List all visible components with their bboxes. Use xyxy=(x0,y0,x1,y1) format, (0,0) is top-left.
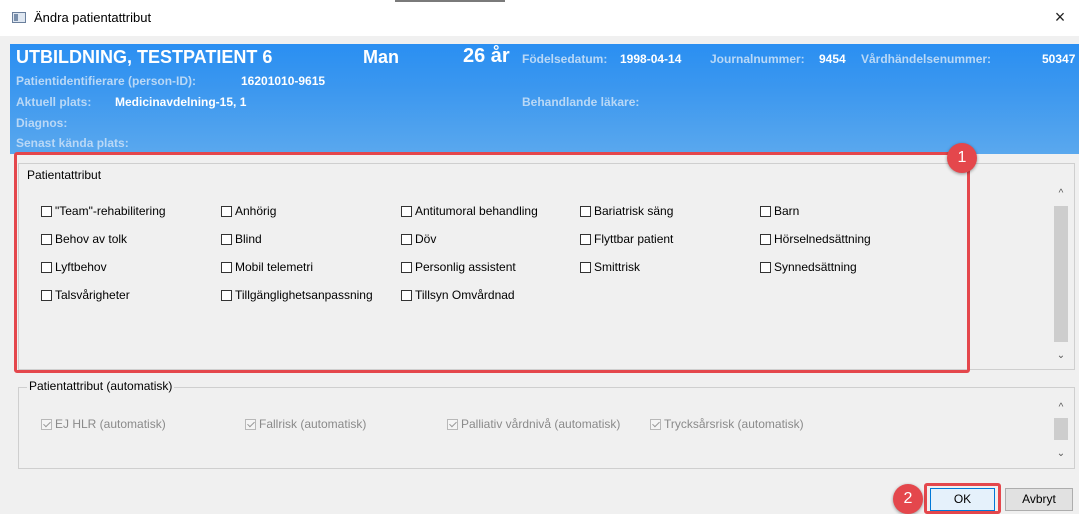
scroll-down-icon[interactable]: ⌄ xyxy=(1052,446,1070,462)
checkbox-box xyxy=(41,418,52,430)
diagnosis-label: Diagnos: xyxy=(16,116,68,130)
scroll-thumb[interactable] xyxy=(1054,206,1068,342)
annotation-marker-1: 1 xyxy=(947,143,977,173)
auto-attributes-scrollbar[interactable]: ^ ⌄ xyxy=(1052,400,1070,464)
last-place-label: Senast kända plats: xyxy=(16,136,129,150)
patient-age: 26 år xyxy=(463,45,510,67)
event-value: 50347 xyxy=(1042,52,1076,66)
checkbox-ej-hlr: EJ HLR (automatisk) xyxy=(41,417,166,431)
scroll-up-icon[interactable]: ^ xyxy=(1052,186,1070,202)
annotation-marker-2: 2 xyxy=(893,484,923,514)
patient-sex: Man xyxy=(363,47,399,67)
checkbox-box xyxy=(650,418,661,430)
checkbox-box xyxy=(245,418,256,430)
patient-name: UTBILDNING, TESTPATIENT 6 xyxy=(16,47,273,67)
birthdate-value: 1998-04-14 xyxy=(620,52,682,66)
person-id-value: 16201010-9615 xyxy=(241,74,326,88)
scroll-down-icon[interactable]: ⌄ xyxy=(1052,348,1070,364)
auto-attributes-legend: Patientattribut (automatisk) xyxy=(27,379,175,393)
location-label: Aktuell plats: xyxy=(16,95,92,109)
annotation-highlight-ok xyxy=(924,483,1001,514)
journal-label: Journalnummer: xyxy=(710,52,805,66)
person-id-label: Patientidentifierare (person-ID): xyxy=(16,74,197,88)
auto-attributes-panel: Patientattribut (automatisk) EJ HLR (aut… xyxy=(18,379,1075,469)
patient-header: UTBILDNING, TESTPATIENT 6 Man 26 år Föde… xyxy=(10,44,1079,154)
checkbox-palliativ-vardniva: Palliativ vårdnivå (automatisk) xyxy=(447,417,620,431)
scroll-thumb[interactable] xyxy=(1054,418,1068,440)
title-bar: Ändra patientattribut × xyxy=(0,0,1079,36)
birthdate-label: Födelsedatum: xyxy=(522,52,608,66)
top-divider xyxy=(395,0,505,2)
location-value: Medicinavdelning-15, 1 xyxy=(115,95,247,109)
close-button[interactable]: × xyxy=(1049,6,1071,28)
checkbox-trycksarsrisk: Trycksårsrisk (automatisk) xyxy=(650,417,804,431)
journal-value: 9454 xyxy=(819,52,846,66)
attributes-scrollbar[interactable]: ^ ⌄ xyxy=(1052,186,1070,366)
checkbox-fallrisk: Fallrisk (automatisk) xyxy=(245,417,366,431)
cancel-button[interactable]: Avbryt xyxy=(1005,488,1073,511)
annotation-highlight-attributes xyxy=(14,152,970,373)
doctor-label: Behandlande läkare: xyxy=(522,95,640,109)
event-label: Vårdhändelsenummer: xyxy=(861,52,992,66)
window-icon xyxy=(12,12,26,23)
window-title: Ändra patientattribut xyxy=(34,10,152,25)
checkbox-box xyxy=(447,418,458,430)
scroll-up-icon[interactable]: ^ xyxy=(1052,400,1070,416)
